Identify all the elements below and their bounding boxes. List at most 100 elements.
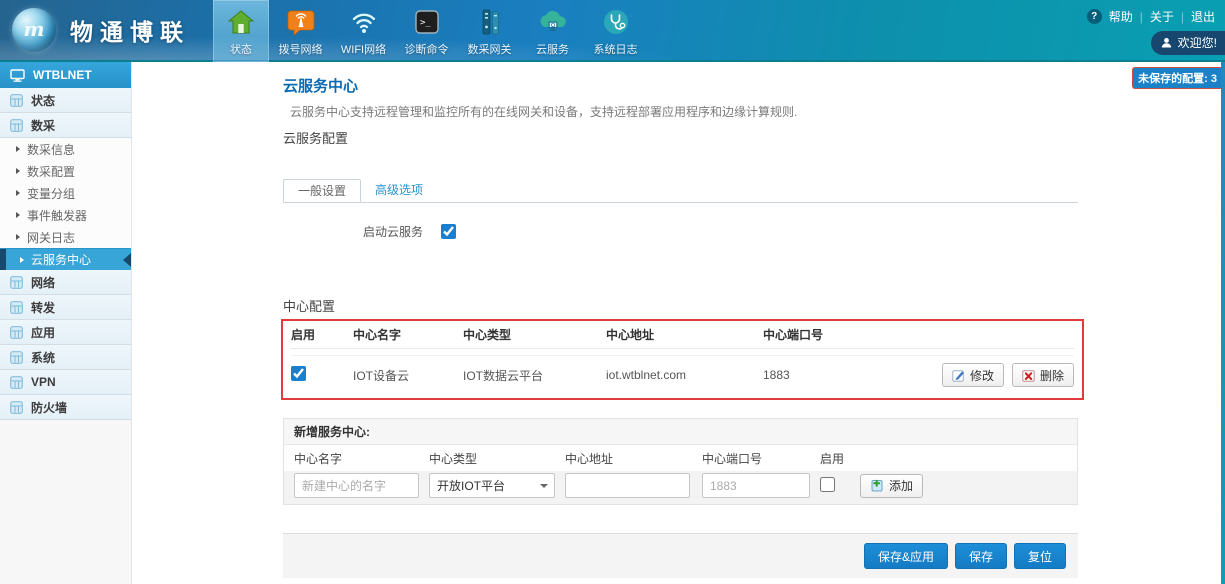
grid-icon xyxy=(10,351,23,364)
sidebar-item-label: VPN xyxy=(31,375,56,389)
new-center-enable-checkbox[interactable] xyxy=(820,477,835,492)
center-config-table: 启用 中心名字 中心类型 中心地址 中心端口号 IOT设备云 IOT数据云平台 … xyxy=(281,319,1084,400)
brand-name: 物通博联 xyxy=(70,13,190,47)
top-nav: 状态 拨号网络 WIFI网络 >_ 诊断命令 xyxy=(213,0,647,62)
help-link[interactable]: 帮助 xyxy=(1109,8,1133,25)
sidebar-device-title: WTBLNET xyxy=(0,62,131,88)
tab-advanced-options[interactable]: 高级选项 xyxy=(361,179,437,202)
welcome-badge[interactable]: 欢迎您! xyxy=(1151,31,1225,55)
arrow-right-icon xyxy=(16,234,20,240)
sidebar-item-label: 网络 xyxy=(31,274,55,291)
label-center-port: 中心端口号 xyxy=(702,450,820,467)
separator: | xyxy=(1181,10,1184,24)
reset-button[interactable]: 复位 xyxy=(1014,543,1066,569)
delete-label: 删除 xyxy=(1040,367,1064,384)
arrow-right-icon xyxy=(20,257,24,263)
sidebar-subitem-gatewaylog[interactable]: 网关日志 xyxy=(0,226,131,248)
arrow-right-icon xyxy=(16,212,20,218)
top-header: m 物通博联 状态 拨号网络 WIFI网络 xyxy=(0,0,1225,62)
nav-item-dialup[interactable]: 拨号网络 xyxy=(269,0,332,62)
label-center-address: 中心地址 xyxy=(565,450,702,467)
monitor-icon xyxy=(10,69,25,82)
col-type: 中心类型 xyxy=(463,326,606,343)
nav-item-wifi[interactable]: WIFI网络 xyxy=(332,0,395,62)
nav-label: 拨号网络 xyxy=(279,41,323,57)
add-button-cell: 添加 xyxy=(860,474,1067,498)
add-icon xyxy=(870,479,884,492)
sidebar-subitem-label: 事件触发器 xyxy=(27,207,87,224)
arrow-right-icon xyxy=(16,190,20,196)
add-center-section: 新增服务中心: 中心名字 中心类型 中心地址 中心端口号 启用 开放IOT平台 xyxy=(283,418,1078,505)
grid-icon xyxy=(10,276,23,289)
tab-general-settings[interactable]: 一般设置 xyxy=(283,179,361,202)
enable-cloud-checkbox[interactable] xyxy=(441,224,456,239)
add-center-title: 新增服务中心: xyxy=(284,419,1077,445)
sidebar-item-label: 数采 xyxy=(31,117,55,134)
logout-link[interactable]: 退出 xyxy=(1191,8,1215,25)
col-port: 中心端口号 xyxy=(763,326,883,343)
save-button[interactable]: 保存 xyxy=(955,543,1007,569)
sidebar-subitem-datainfo[interactable]: 数采信息 xyxy=(0,138,131,160)
nav-label: WIFI网络 xyxy=(341,41,386,57)
save-apply-button[interactable]: 保存&应用 xyxy=(864,543,948,569)
dialup-icon xyxy=(285,6,317,38)
nav-label: 状态 xyxy=(230,41,252,57)
row-port-cell: 1883 xyxy=(763,368,883,382)
about-link[interactable]: 关于 xyxy=(1150,8,1174,25)
nav-item-gateway[interactable]: 数采网关 xyxy=(458,0,521,62)
sidebar-subitem-label: 数采信息 xyxy=(27,141,75,158)
sidebar-item-vpn[interactable]: VPN xyxy=(0,370,131,395)
gateway-icon xyxy=(474,6,506,38)
sidebar-subitem-vargroup[interactable]: 变量分组 xyxy=(0,182,131,204)
logs-icon xyxy=(600,6,632,38)
enable-cloud-row: 启动云服务 xyxy=(363,223,456,240)
nav-item-syslog[interactable]: 系统日志 xyxy=(584,0,647,62)
row-enable-checkbox[interactable] xyxy=(291,366,306,381)
nav-item-diagnostics[interactable]: >_ 诊断命令 xyxy=(395,0,458,62)
page-description: 云服务中心支持远程管理和监控所有的在线网关和设备，支持远程部署应用程序和边缘计算… xyxy=(290,103,797,120)
logo-sphere-icon: m xyxy=(12,8,56,52)
add-label: 添加 xyxy=(889,477,913,494)
center-address-input[interactable] xyxy=(565,473,690,498)
row-address-cell: iot.wtblnet.com xyxy=(606,368,763,382)
sidebar-item-datacollect[interactable]: 数采 xyxy=(0,113,131,138)
home-icon xyxy=(225,6,257,38)
sidebar-item-system[interactable]: 系统 xyxy=(0,345,131,370)
col-enable: 启用 xyxy=(291,326,353,343)
center-name-input[interactable] xyxy=(294,473,419,498)
nav-item-status[interactable]: 状态 xyxy=(213,0,269,62)
section-cloud-config: 云服务配置 xyxy=(283,128,348,147)
page: m 物通博联 状态 拨号网络 WIFI网络 xyxy=(0,0,1225,584)
wifi-icon xyxy=(348,6,380,38)
center-type-select[interactable]: 开放IOT平台 xyxy=(429,473,555,498)
nav-label: 云服务 xyxy=(536,41,569,57)
sidebar-subitem-dataconfig[interactable]: 数采配置 xyxy=(0,160,131,182)
center-port-input[interactable] xyxy=(702,473,810,498)
sidebar-item-network[interactable]: 网络 xyxy=(0,270,131,295)
sidebar-subitem-trigger[interactable]: 事件触发器 xyxy=(0,204,131,226)
sidebar-subitem-cloudcenter[interactable]: 云服务中心 xyxy=(0,248,131,270)
sidebar-item-label: 转发 xyxy=(31,299,55,316)
nav-item-cloud[interactable]: 云服务 xyxy=(521,0,584,62)
sidebar-item-firewall[interactable]: 防火墙 xyxy=(0,395,131,420)
main-content: 未保存的配置: 3 云服务中心 云服务中心支持远程管理和监控所有的在线网关和设备… xyxy=(132,62,1225,584)
sidebar: WTBLNET 状态 数采 数采信息 数采配置 变量分组 事件触发器 网关 xyxy=(0,62,132,584)
tab-bar: 一般设置 高级选项 xyxy=(283,179,1078,203)
svg-text:>_: >_ xyxy=(420,18,431,28)
delete-button[interactable]: 删除 xyxy=(1012,363,1074,387)
label-center-name: 中心名字 xyxy=(294,450,429,467)
sidebar-item-forward[interactable]: 转发 xyxy=(0,295,131,320)
add-center-inputs: 开放IOT平台 添加 xyxy=(284,471,1077,504)
scrollbar[interactable] xyxy=(1221,62,1225,584)
edit-button[interactable]: 修改 xyxy=(942,363,1004,387)
sidebar-item-apps[interactable]: 应用 xyxy=(0,320,131,345)
user-icon xyxy=(1161,37,1172,48)
sidebar-item-status[interactable]: 状态 xyxy=(0,88,131,113)
enable-field-cell xyxy=(820,477,860,495)
add-button[interactable]: 添加 xyxy=(860,474,923,498)
arrow-right-icon xyxy=(16,168,20,174)
sidebar-item-label: 防火墙 xyxy=(31,399,67,416)
col-name: 中心名字 xyxy=(353,326,463,343)
table-header-row: 启用 中心名字 中心类型 中心地址 中心端口号 xyxy=(291,321,1074,349)
address-field-cell xyxy=(565,473,702,498)
